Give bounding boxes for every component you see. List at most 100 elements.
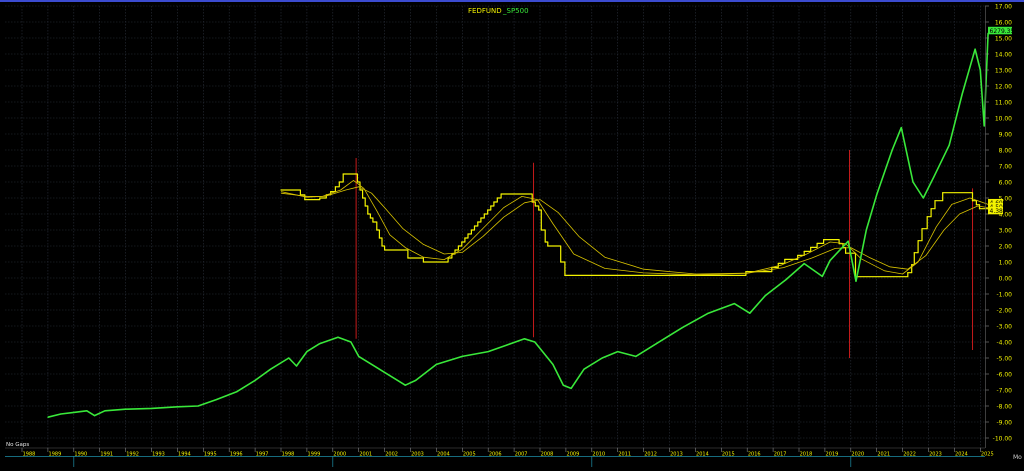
sp500-point: [764, 295, 766, 297]
fedfund-point: [330, 191, 332, 193]
fedfund-point: [454, 249, 456, 251]
sp500-point: [319, 343, 321, 345]
fedfund-point: [816, 242, 818, 245]
sp500-point: [961, 93, 963, 95]
sp500-point: [104, 410, 106, 412]
last-value-text: 4.38: [990, 208, 1004, 215]
fedfund-point: [464, 237, 466, 239]
sp500-point: [891, 149, 893, 151]
fedfund-point: [480, 217, 482, 219]
sp500-point: [733, 303, 735, 305]
sp500-point: [394, 378, 396, 380]
sp500-point: [435, 363, 437, 365]
y-tick-label: 2.00: [999, 243, 1013, 250]
sp500-point: [73, 411, 75, 413]
fedfund-point: [564, 274, 566, 277]
fedfund-point: [547, 245, 549, 247]
sp500-point: [534, 341, 536, 343]
fedfund-point: [473, 225, 476, 227]
fedfund-point: [461, 241, 463, 243]
sp500-point: [288, 357, 290, 359]
sp500-point: [617, 351, 619, 353]
y-tick-label: -1.00: [996, 291, 1012, 298]
top-border: [0, 0, 1024, 2]
sp500-point: [933, 176, 935, 178]
fedfund-point: [319, 197, 321, 199]
sp500-point: [125, 408, 127, 410]
sp500-point: [785, 279, 787, 281]
fedfund-point: [777, 262, 779, 265]
fedfund-point: [810, 246, 812, 249]
sp500-point: [829, 259, 831, 261]
fedfund-point: [921, 228, 923, 230]
sp500-point: [749, 312, 751, 314]
sp500-point: [93, 415, 96, 417]
y-tick-label: 13.00: [995, 67, 1012, 74]
sp500-point: [215, 399, 217, 401]
fedfund-point: [384, 249, 386, 251]
y-tick-label: 8.00: [999, 147, 1013, 154]
fedfund-point: [487, 209, 489, 211]
sp500-point: [306, 351, 308, 353]
y-tick-label: 11.00: [995, 99, 1012, 106]
fedfund-sp500-chart: FEDFUND _SP500 No Gaps Mo 17.00 16.00 15.0…: [0, 0, 1024, 467]
fedfund-point: [913, 252, 915, 254]
y-tick-label: 3.00: [999, 227, 1013, 234]
fedfund-point: [376, 229, 378, 231]
fedfund-point: [930, 208, 932, 210]
fedfund-point: [490, 205, 492, 207]
y-tick-label: 0.00: [999, 275, 1013, 282]
fedfund-point: [500, 193, 502, 195]
y-tick-label: -10.00: [993, 435, 1013, 442]
fedfund-point: [280, 189, 282, 191]
fedfund-point: [304, 199, 306, 201]
sp500-point: [601, 357, 603, 359]
y-tick-label: 17.00: [995, 3, 1012, 10]
y-tick-label: -2.00: [996, 307, 1012, 314]
fedfund-point: [845, 252, 847, 254]
y-tick-label: -8.00: [996, 403, 1012, 410]
sp500-point: [461, 355, 463, 357]
sp500-point: [583, 368, 585, 370]
sp500-point: [979, 69, 981, 71]
y-tick-label: 9.00: [999, 131, 1013, 138]
sp500-point: [505, 344, 507, 346]
fedfund-point: [784, 258, 786, 261]
sp500-point: [86, 410, 88, 412]
fedfund-point: [978, 208, 981, 210]
y-tick-label: -6.00: [996, 371, 1012, 378]
sp500-point: [855, 280, 857, 282]
y-tick-label: 6.00: [999, 179, 1013, 186]
fedfund-point: [467, 233, 469, 235]
sp500-point: [635, 355, 637, 357]
y-tick-label: -9.00: [996, 419, 1012, 426]
sp500-point: [295, 365, 298, 367]
sp500-point: [254, 379, 256, 381]
sp500-point: [552, 363, 554, 365]
fedfund-point: [364, 205, 366, 207]
sp500-point: [60, 413, 62, 415]
sp500-point: [523, 338, 526, 340]
sp500-point: [562, 384, 564, 386]
y-tick-label: -3.00: [996, 323, 1012, 330]
y-tick-label: 15.00: [995, 35, 1012, 42]
fedfund-point: [534, 205, 536, 207]
sp500-point: [655, 343, 658, 345]
fedfund-point: [334, 186, 336, 188]
fedfund-point: [483, 213, 485, 215]
fedfund-point: [926, 216, 928, 218]
sp500-point: [376, 367, 378, 369]
sp500-point: [681, 327, 684, 329]
fedfund-point: [540, 229, 542, 231]
fedfund-point: [356, 181, 359, 183]
right-edge-label: Mo: [1013, 454, 1022, 461]
sp500-point: [922, 197, 924, 199]
fedfund-point: [975, 204, 978, 206]
fedfund-point: [338, 181, 340, 183]
chart-title-fedfund: FEDFUND: [468, 7, 502, 15]
sp500-point: [487, 351, 489, 353]
last-value-text: 6279.35: [990, 28, 1015, 35]
fedfund-point: [934, 200, 936, 202]
chart-container: FEDFUND _SP500 No Gaps Mo 17.00 16.00 15.0…: [0, 0, 1024, 467]
fedfund-point: [407, 257, 409, 259]
